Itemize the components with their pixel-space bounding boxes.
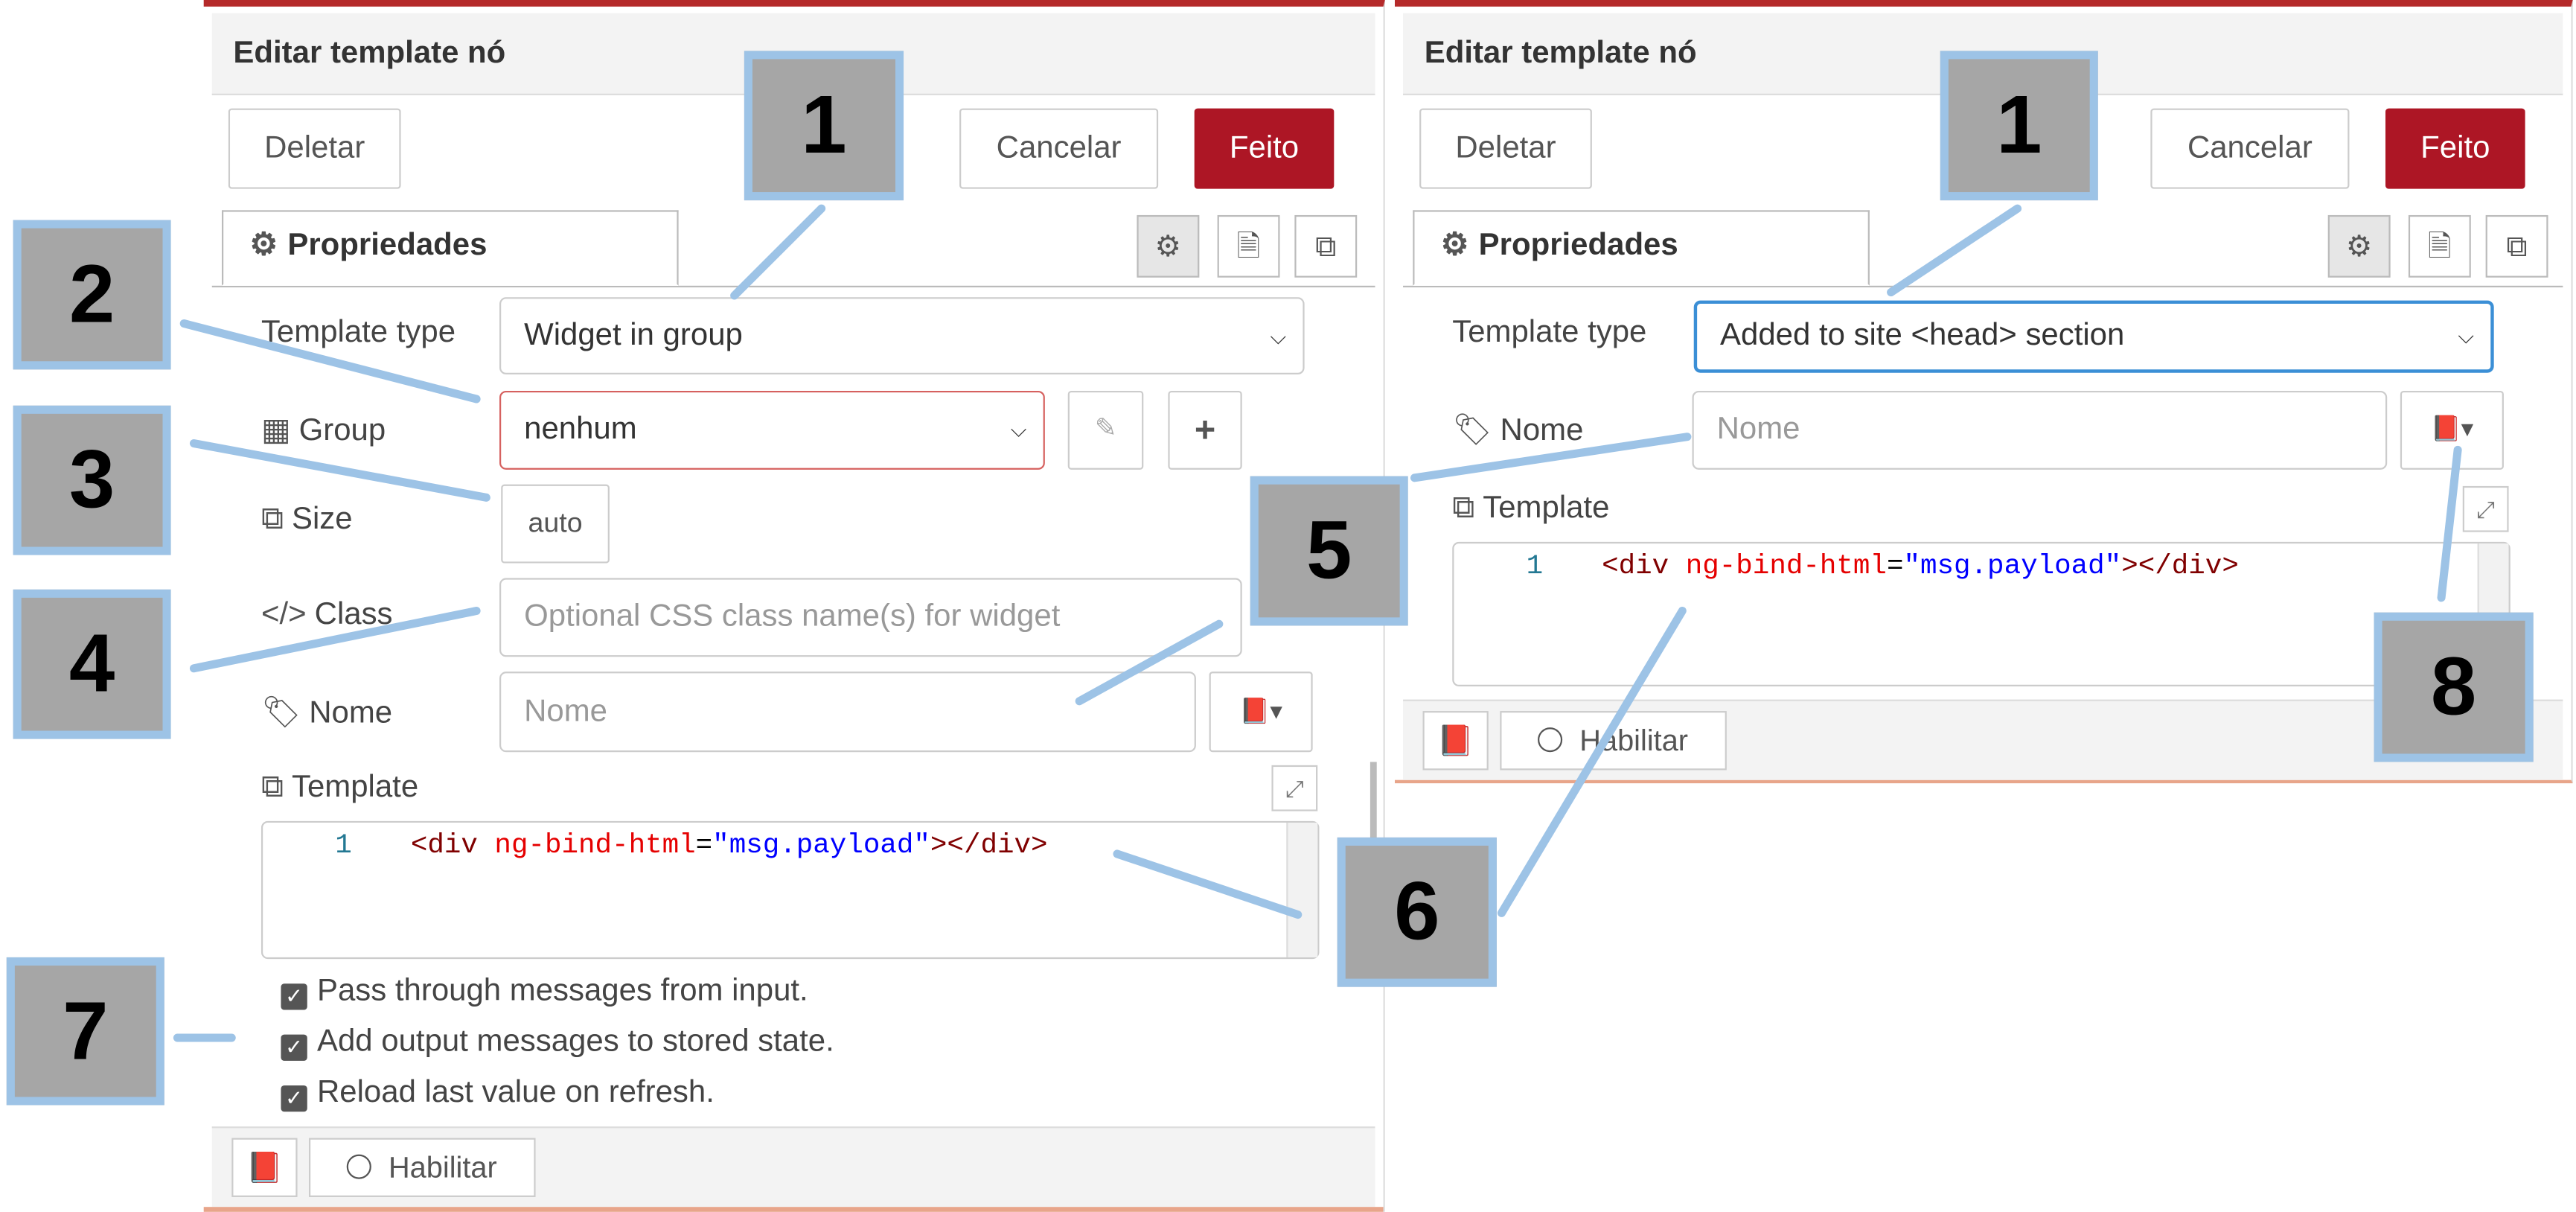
callout-4: 4 — [13, 589, 171, 739]
leader-line-8 — [2437, 445, 2462, 602]
callout-1: 1 — [744, 51, 904, 201]
callout-2: 2 — [13, 220, 171, 370]
leader-line-6-right — [1497, 607, 1687, 917]
callout-6: 6 — [1337, 837, 1497, 987]
callout-7: 7 — [6, 957, 164, 1106]
screenshot-canvas: Editar template nó Deletar Cancelar Feit… — [0, 0, 2576, 1212]
leader-line-2 — [179, 319, 481, 404]
callout-8: 8 — [2374, 612, 2534, 762]
leader-line-4 — [189, 607, 481, 673]
leader-line-1-right — [1887, 204, 2022, 297]
bottom-accent — [203, 1207, 1384, 1212]
leader-line-5-left — [1075, 619, 1224, 706]
callout-1-right: 1 — [1940, 51, 2098, 201]
callout-5: 5 — [1250, 476, 1408, 626]
leader-line-6-left — [1113, 849, 1303, 919]
leader-line-3 — [189, 439, 490, 502]
leader-line-1-left — [730, 204, 826, 300]
callout-3: 3 — [13, 405, 171, 555]
leader-line-5-right — [1410, 433, 1692, 482]
